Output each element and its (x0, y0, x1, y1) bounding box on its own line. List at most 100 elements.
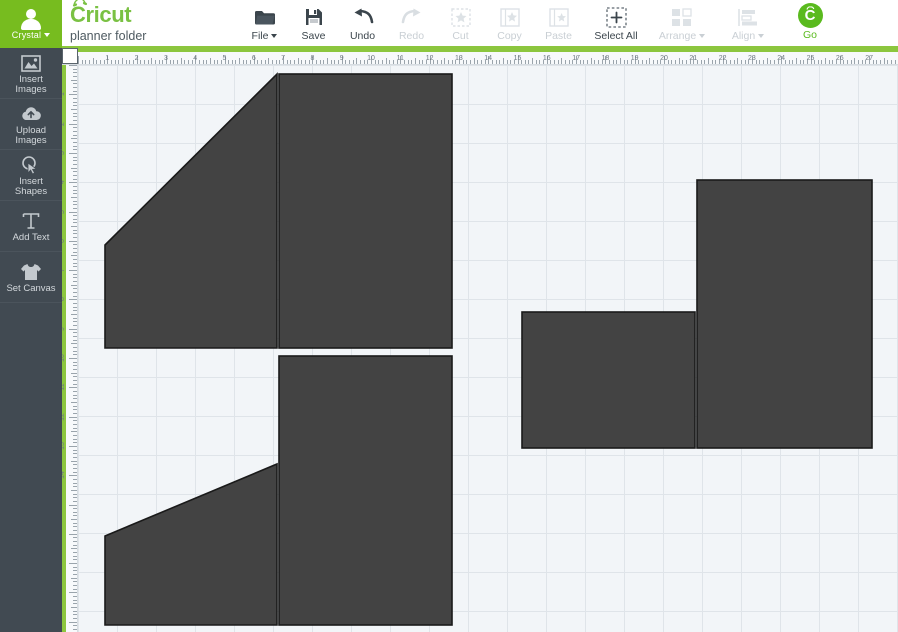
ruler-tick (206, 60, 208, 64)
left-sidebar: Insert Images Upload Images Insert Shape… (0, 48, 62, 632)
vertical-ruler[interactable]: 1234567891011121314 (62, 65, 78, 632)
ruler-tick-v (73, 262, 77, 264)
arrange-button[interactable]: Arrange (649, 0, 715, 48)
ruler-tick (678, 58, 680, 64)
ruler-tick-v (73, 244, 77, 246)
canvas-shape-panel-tall-right[interactable] (696, 179, 873, 449)
tshirt-icon (20, 262, 42, 283)
ruler-tick (352, 60, 354, 64)
ruler-tick (125, 60, 127, 64)
ruler-tick-v (73, 398, 77, 400)
canvas-shape-panel-top-right[interactable] (278, 73, 453, 349)
ruler-tick-v (73, 127, 77, 129)
ruler-tick (451, 60, 453, 64)
sidebar-item-set-canvas[interactable]: Set Canvas (0, 252, 62, 303)
ruler-tick-v (73, 325, 77, 327)
ruler-tick-v (73, 541, 77, 543)
ruler-tick-v (73, 171, 77, 173)
chevron-down-icon (271, 34, 278, 38)
ruler-tick-v (73, 493, 77, 495)
align-button[interactable]: Align (715, 0, 781, 48)
ruler-tick-v (73, 544, 77, 546)
ruler-tick (88, 60, 90, 64)
ruler-tick-v (73, 376, 77, 378)
ruler-tick-v (73, 390, 77, 392)
sidebar-item-add-text[interactable]: Add Text (0, 201, 62, 252)
canvas-shape-flap-top-left[interactable] (104, 72, 278, 349)
ruler-tick (799, 60, 801, 64)
select-all-button[interactable]: Select All (583, 0, 649, 48)
ruler-tick-v (73, 471, 77, 473)
sprout-icon (72, 0, 88, 7)
cut-button[interactable]: Cut (436, 0, 485, 48)
undo-label: Undo (349, 30, 376, 42)
arrange-label: Arrange (659, 30, 706, 42)
ruler-tick-v (73, 574, 77, 576)
ruler-tick (858, 60, 860, 64)
ruler-tick-v (69, 299, 77, 301)
ruler-tick-v (73, 332, 77, 334)
save-button[interactable]: Save (289, 0, 338, 48)
ruler-tick (239, 58, 241, 64)
paste-button[interactable]: Paste (534, 0, 583, 48)
ruler-tick-v (73, 160, 77, 162)
ruler-tick-v (69, 182, 77, 184)
ruler-tick-v (73, 90, 77, 92)
ruler-tick (682, 60, 684, 64)
ruler-tick (773, 60, 775, 64)
undo-button[interactable]: Undo (338, 0, 387, 48)
ruler-tick (349, 60, 351, 64)
ruler-number: 13 (454, 55, 463, 62)
copy-button[interactable]: Copy (485, 0, 534, 48)
ruler-tick-v (73, 266, 77, 268)
ruler-tick-v (73, 625, 77, 627)
ruler-tick-v (73, 581, 77, 583)
ruler-tick-v (73, 233, 77, 235)
line1: Upload (15, 124, 47, 136)
horizontal-ruler[interactable]: 1 2 3 4 5 6 7 8 9 10 11 12 13 14 15 16 17 18 19 20 21 22 23 24 2… (62, 48, 898, 65)
ruler-number-v: 14 (62, 471, 66, 480)
ruler-tick-v (73, 229, 77, 231)
canvas-shape-panel-bottom-right[interactable] (278, 355, 453, 626)
ruler-number-v: 10 (62, 354, 66, 362)
ruler-tick (290, 60, 292, 64)
ruler-tick (707, 58, 709, 64)
ruler-tick (565, 60, 567, 64)
design-canvas[interactable] (78, 65, 898, 632)
chevron-down-icon (699, 34, 706, 38)
go-button[interactable]: C Go (781, 0, 839, 48)
user-name-text: Crystal (11, 29, 42, 40)
redo-button[interactable]: Redo (387, 0, 436, 48)
ruler-tick-v (73, 478, 77, 480)
ruler-tick (213, 60, 215, 64)
user-account-button[interactable]: Crystal (0, 0, 62, 48)
sidebar-item-upload-images[interactable]: Upload Images (0, 99, 62, 150)
ruler-number-v: 4 (62, 180, 67, 184)
canvas-shape-flap-bottom-left[interactable] (104, 462, 278, 626)
ruler-tick-v (73, 585, 77, 587)
ruler-tick-v (73, 178, 77, 180)
ruler-tick (187, 60, 189, 64)
line1: Insert (19, 175, 43, 187)
ruler-tick-v (73, 610, 77, 612)
ruler-tick (762, 60, 764, 64)
ruler-origin-handle[interactable] (62, 48, 78, 64)
canvas-shape-panel-small-right[interactable] (521, 311, 696, 449)
ruler-tick-v (73, 482, 77, 484)
ruler-number: 19 (630, 55, 639, 62)
file-button[interactable]: File (240, 0, 289, 48)
sidebar-item-insert-images[interactable]: Insert Images (0, 48, 62, 99)
sidebar-item-insert-shapes[interactable]: Insert Shapes (0, 150, 62, 201)
align-text: Align (731, 30, 756, 42)
paste-label: Paste (545, 30, 572, 42)
ruler-tick (129, 60, 131, 64)
ruler-tick-v (73, 511, 77, 513)
ruler-tick-v (73, 156, 77, 158)
ruler-tick-v (73, 409, 77, 411)
ruler-number-v: 12 (62, 412, 66, 421)
ruler-tick-v (71, 343, 77, 345)
ruler-tick (151, 58, 153, 64)
ruler-tick-v (71, 226, 77, 228)
copy-icon (499, 4, 520, 30)
folder-icon (254, 4, 276, 30)
